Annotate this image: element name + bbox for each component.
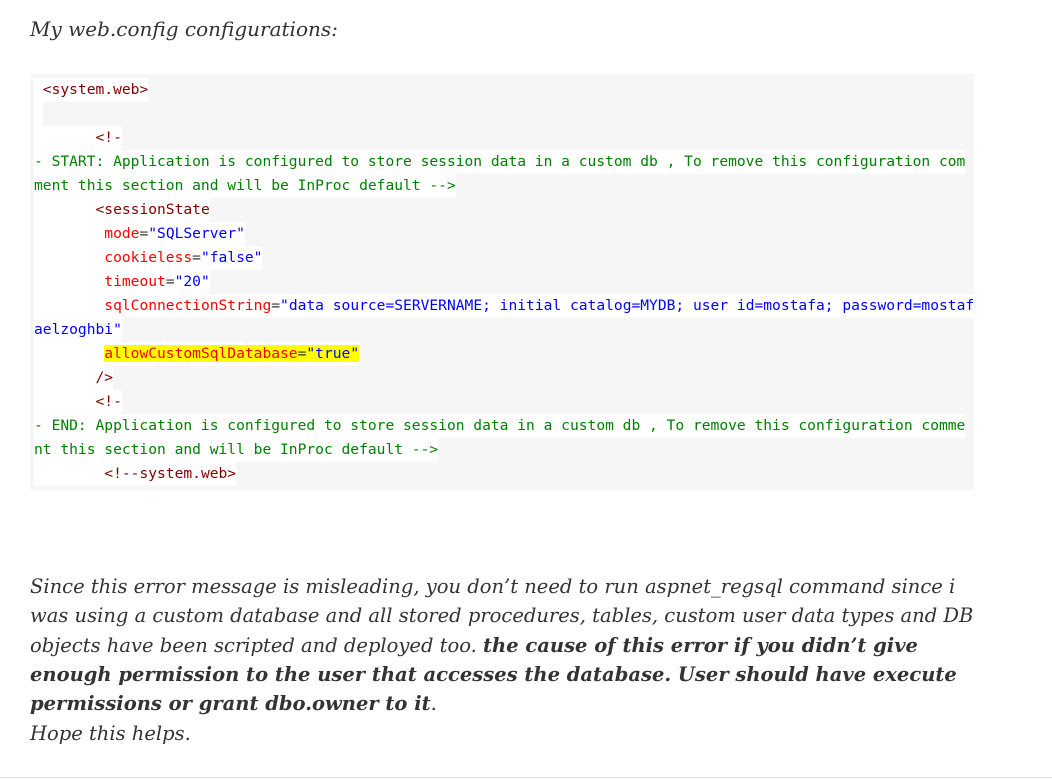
- code-line: ment this section and will be InProc def…: [34, 174, 456, 198]
- code-line: <!-: [34, 126, 122, 150]
- code-token: "20": [174, 273, 210, 290]
- code-token: "true": [306, 345, 360, 362]
- code-token: <!-: [95, 393, 122, 410]
- explanation-end: .: [430, 692, 437, 716]
- code-token: nt this section and will be InProc defau…: [34, 441, 439, 458]
- code-token: "data source=SERVERNAME; initial catalog…: [280, 297, 975, 314]
- code-line: - END: Application is configured to stor…: [34, 414, 966, 438]
- code-token: <!--system.web>: [104, 465, 237, 482]
- code-block: <system.web> <!- - START: Application is …: [30, 74, 975, 490]
- code-token: sqlConnectionString: [104, 297, 272, 314]
- code-token: <sessionState: [95, 201, 210, 218]
- code-line: aelzoghbi": [34, 318, 122, 342]
- code-token: =: [165, 273, 175, 290]
- code-token: <system.web>: [42, 81, 149, 98]
- code-line: sqlConnectionString="data source=SERVERN…: [34, 294, 975, 318]
- code-token: <!-: [95, 129, 122, 146]
- code-line: <system.web>: [34, 78, 149, 102]
- code-token: allowCustomSqlDatabase: [104, 345, 298, 362]
- bottom-divider: [0, 777, 1052, 778]
- code-token: aelzoghbi": [34, 321, 122, 338]
- intro-text: My web.config configurations:: [30, 17, 338, 41]
- code-token: - END: Application is configured to stor…: [34, 417, 966, 434]
- explanation-paragraph: Since this error message is misleading, …: [30, 572, 990, 718]
- code-token: />: [95, 369, 114, 386]
- code-token: timeout: [104, 273, 166, 290]
- code-line: cookieless="false": [34, 246, 263, 270]
- code-line: [34, 102, 43, 126]
- code-token: =: [192, 249, 201, 266]
- code-line: <!-: [34, 390, 122, 414]
- code-line: mode="SQLServer": [34, 222, 245, 246]
- code-line: allowCustomSqlDatabase="true": [34, 342, 360, 366]
- code-token: ment this section and will be InProc def…: [34, 177, 456, 194]
- code-line: - START: Application is configured to st…: [34, 150, 966, 174]
- closing-text: Hope this helps.: [30, 722, 191, 745]
- code-token: "SQLServer": [148, 225, 245, 242]
- code-line: timeout="20": [34, 270, 210, 294]
- code-line: />: [34, 366, 114, 390]
- code-line: <!--system.web>: [34, 462, 237, 486]
- code-token: cookieless: [104, 249, 193, 266]
- code-token: =: [271, 297, 281, 314]
- code-line: nt this section and will be InProc defau…: [34, 438, 439, 462]
- code-token: mode: [104, 225, 140, 242]
- code-token: - START: Application is configured to st…: [34, 153, 966, 170]
- code-line: <sessionState: [34, 198, 210, 222]
- code-token: =: [139, 225, 149, 242]
- code-token: "false": [200, 249, 263, 266]
